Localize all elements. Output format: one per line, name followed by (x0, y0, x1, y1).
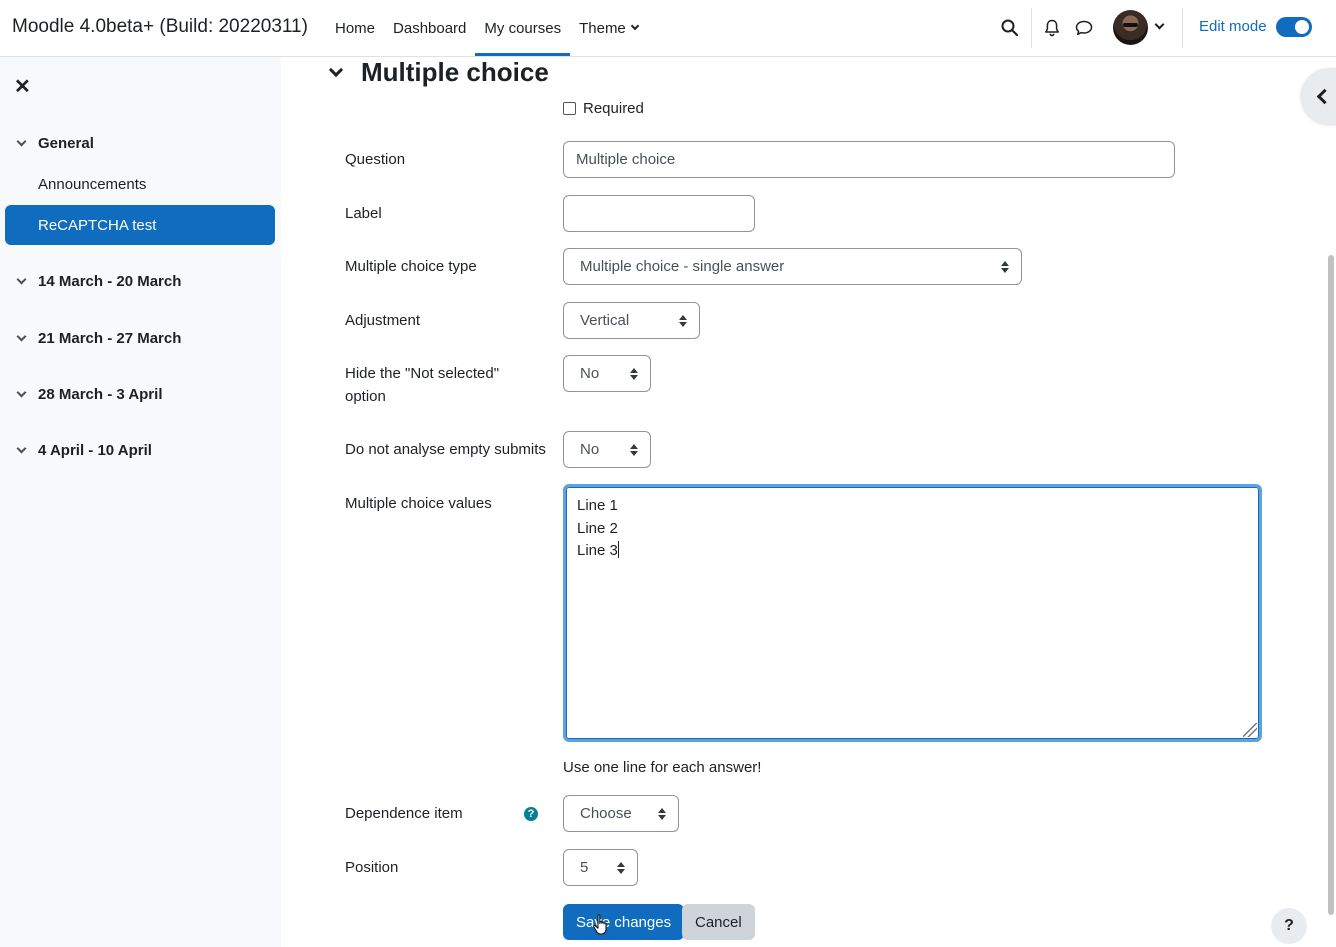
chevron-down-icon (16, 443, 27, 454)
adjustment-label: Adjustment (345, 312, 421, 329)
user-menu-chevron-down-icon[interactable] (1154, 19, 1165, 30)
chevron-down-icon (16, 331, 27, 342)
empty-submits-select[interactable]: No (563, 431, 651, 468)
values-label: Multiple choice values (345, 495, 492, 512)
required-checkbox-row: Required (563, 100, 644, 117)
navbar-divider (1031, 8, 1032, 48)
required-checkbox[interactable] (563, 102, 576, 115)
form-section-header[interactable]: Multiple choice (328, 57, 549, 88)
adjustment-select[interactable]: Vertical (563, 302, 700, 339)
hand-cursor-icon (593, 914, 607, 935)
drawer-item-announcements[interactable]: Announcements (5, 164, 275, 204)
empty-submits-label: Do not analyse empty submits (345, 441, 546, 458)
chevron-down-icon (630, 21, 640, 31)
nav-home[interactable]: Home (326, 0, 384, 56)
textarea-line-last: Line 3 (577, 540, 1248, 563)
dependence-select[interactable]: Choose (563, 795, 679, 832)
nav-dashboard[interactable]: Dashboard (384, 0, 475, 56)
label-label: Label (345, 205, 382, 222)
question-input[interactable]: Multiple choice (563, 141, 1175, 178)
question-label: Question (345, 151, 406, 168)
course-index-drawer: ✕ General Announcements ReCAPTCHA test 1… (0, 57, 281, 947)
navbar-divider (1182, 8, 1183, 48)
label-input[interactable] (563, 195, 755, 232)
required-label: Required (583, 100, 644, 117)
close-icon[interactable]: ✕ (14, 77, 31, 97)
section-21-march[interactable]: 21 March - 27 March (16, 330, 181, 347)
help-question-icon[interactable]: ? (524, 807, 538, 821)
section-label: General (38, 135, 94, 152)
main-content: Multiple choice Required Question Multip… (281, 57, 1336, 947)
chevron-down-icon (328, 62, 344, 77)
textarea-line-text: Line 3 (577, 542, 618, 559)
text-cursor (617, 541, 619, 558)
section-label: 4 April - 10 April (38, 442, 152, 459)
textarea-line: Line 1 (577, 497, 618, 514)
dependence-label: Dependence item (345, 805, 463, 822)
resize-handle-icon[interactable] (1243, 723, 1257, 737)
section-label: 21 March - 27 March (38, 330, 182, 347)
chevron-down-icon (16, 387, 27, 398)
edit-mode-label: Edit mode (1199, 18, 1267, 35)
site-name[interactable]: Moodle 4.0beta+ (Build: 20220311) (12, 16, 308, 38)
search-icon[interactable] (1000, 18, 1020, 38)
section-4-april[interactable]: 4 April - 10 April (16, 442, 152, 459)
top-navbar: Moodle 4.0beta+ (Build: 20220311) Home D… (0, 0, 1336, 57)
type-select[interactable]: Multiple choice - single answer (563, 248, 1022, 285)
nav-theme[interactable]: Theme (570, 0, 647, 56)
chevron-down-icon (16, 136, 27, 147)
save-changes-button[interactable]: Save changes (563, 904, 685, 940)
textarea-line: Line 2 (577, 519, 618, 537)
page-scrollbar[interactable] (1328, 255, 1334, 915)
values-textarea[interactable]: Line 1 Line 2 Line 3 (563, 484, 1262, 742)
chevron-down-icon (16, 274, 27, 285)
cancel-button[interactable]: Cancel (682, 904, 755, 940)
bell-icon[interactable] (1042, 18, 1062, 38)
section-28-march[interactable]: 28 March - 3 April (16, 386, 162, 403)
user-avatar[interactable] (1113, 10, 1148, 45)
section-14-march[interactable]: 14 March - 20 March (16, 273, 181, 290)
drawer-item-recaptcha-test[interactable]: ReCAPTCHA test (5, 205, 275, 245)
hide-not-selected-select[interactable]: No (563, 355, 651, 392)
chat-icon[interactable] (1074, 18, 1094, 38)
section-general[interactable]: General (16, 135, 94, 152)
page-title: Multiple choice (361, 57, 549, 87)
position-label: Position (345, 859, 399, 876)
hide-not-selected-label: Hide the "Not selected" option (345, 365, 500, 405)
position-select[interactable]: 5 (563, 849, 638, 886)
help-footer-button[interactable]: ? (1271, 908, 1307, 944)
nav-my-courses[interactable]: My courses (475, 0, 571, 56)
primary-navigation: Home Dashboard My courses Theme (326, 0, 647, 56)
section-label: 28 March - 3 April (38, 386, 163, 403)
type-label: Multiple choice type (345, 258, 477, 275)
nav-theme-label: Theme (579, 19, 626, 37)
values-help-text: Use one line for each answer! (563, 759, 762, 776)
section-label: 14 March - 20 March (38, 273, 182, 290)
edit-mode-toggle[interactable] (1276, 17, 1312, 37)
